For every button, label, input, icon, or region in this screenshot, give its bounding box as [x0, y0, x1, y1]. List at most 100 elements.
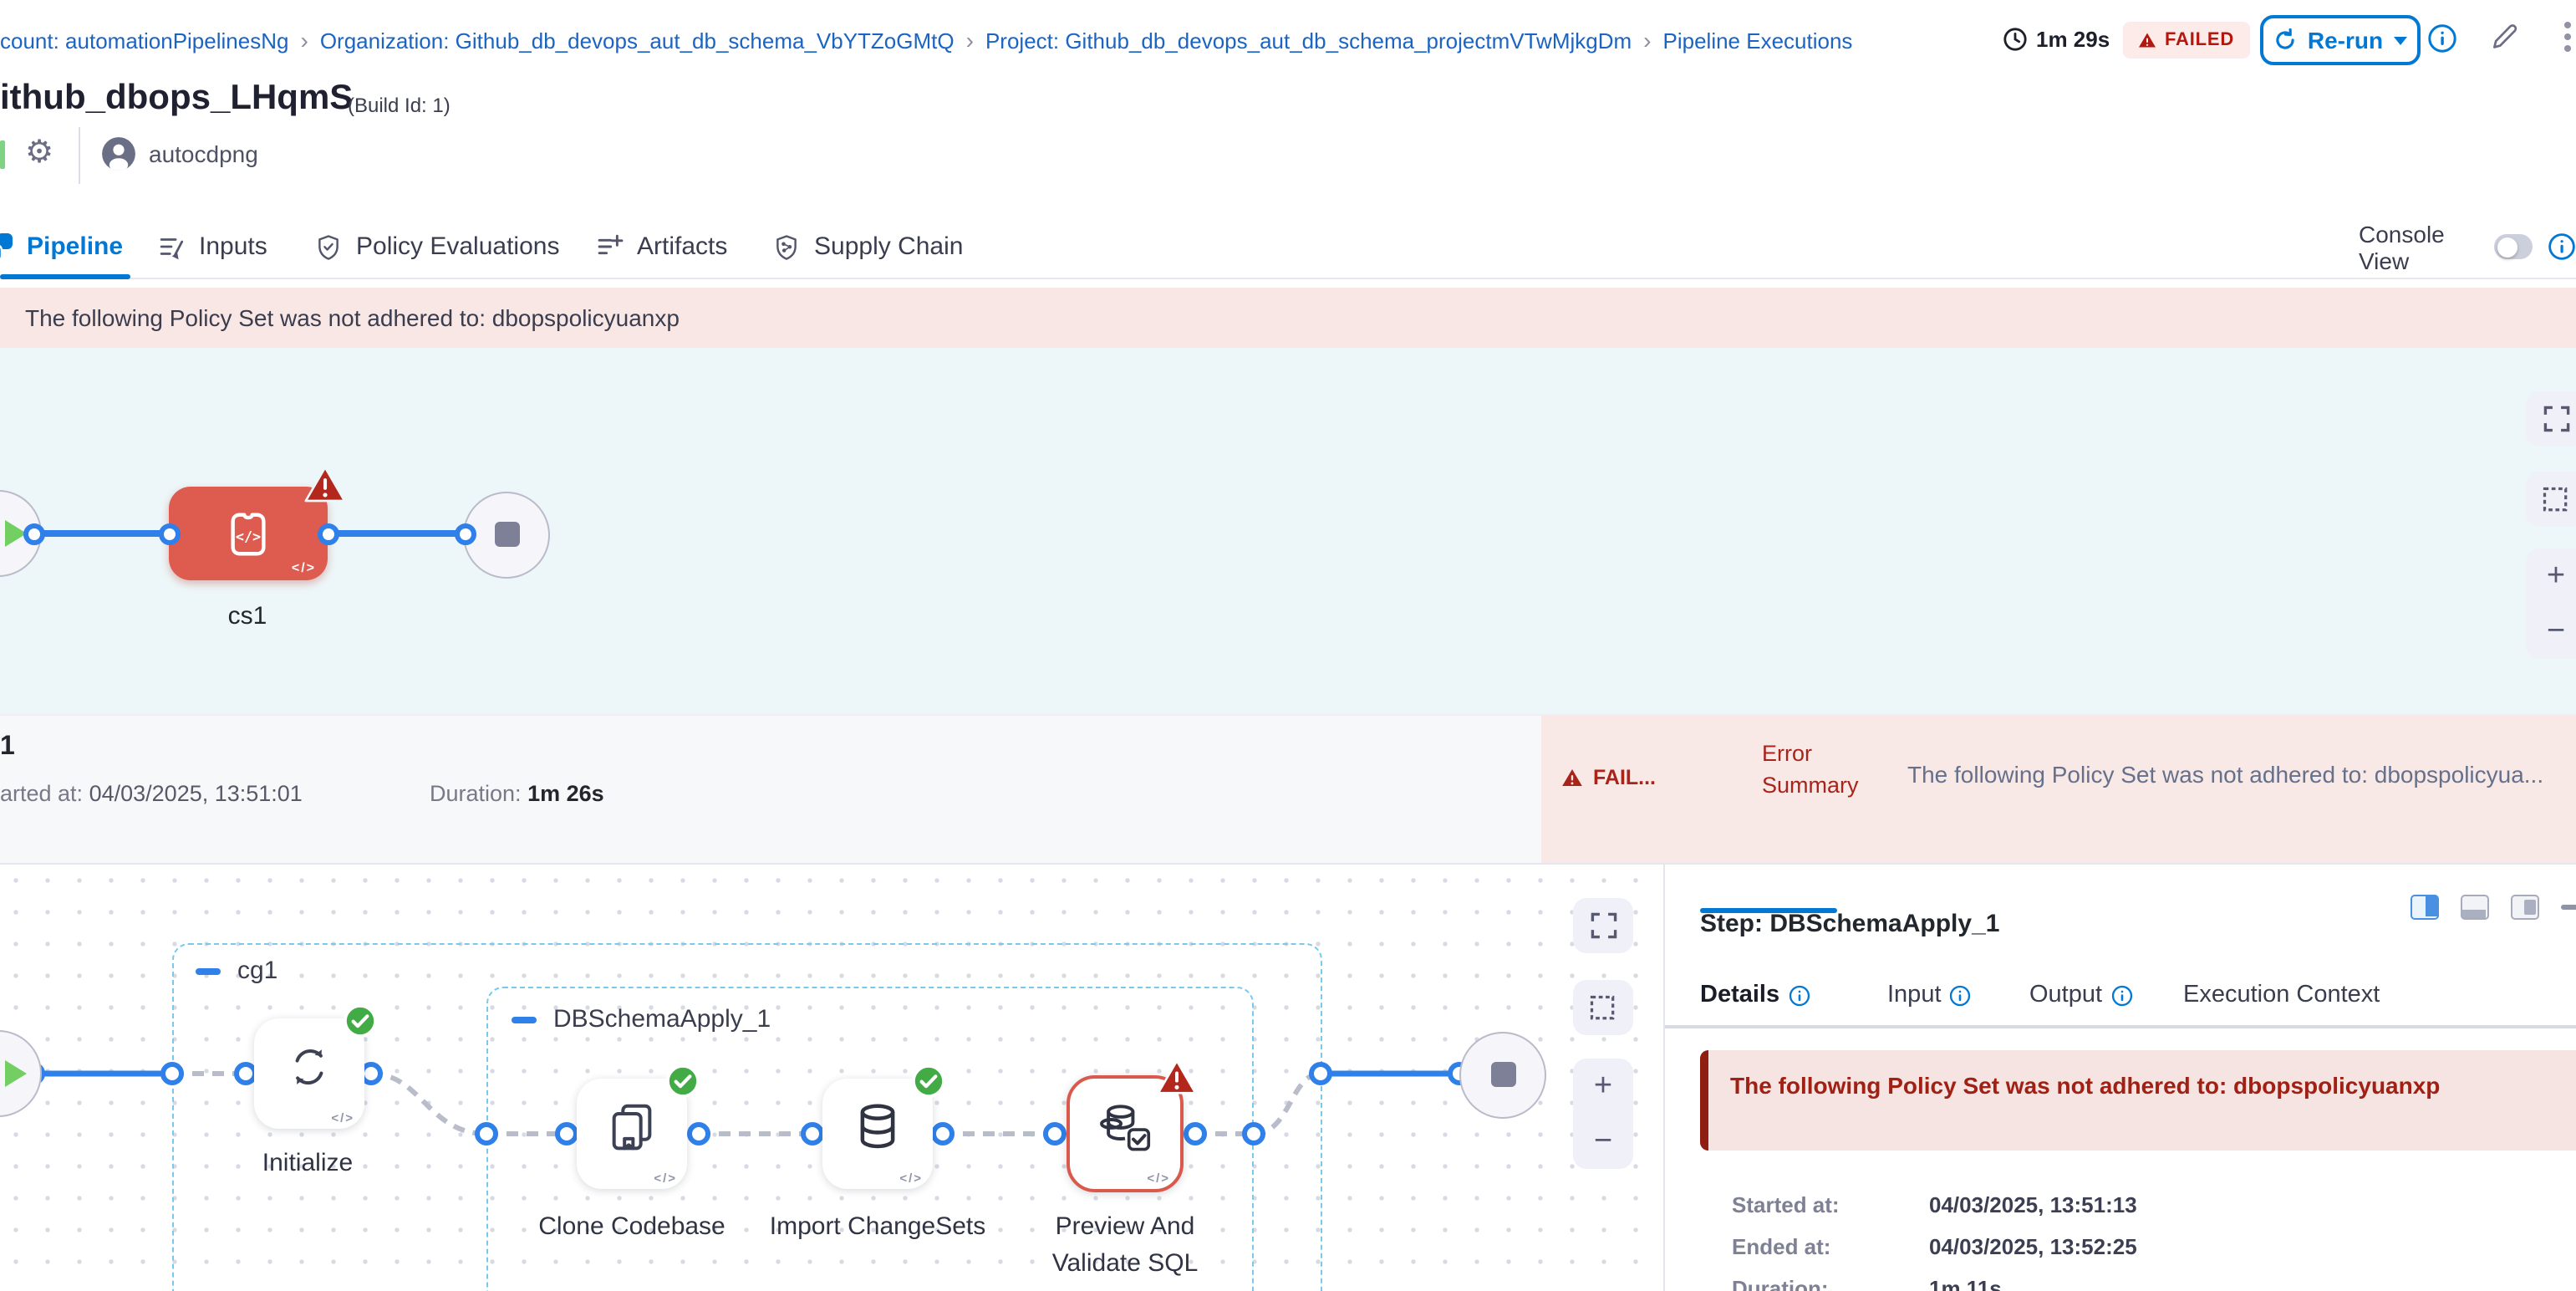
console-view-toggle[interactable] — [2494, 234, 2533, 259]
rerun-label: Re-run — [2308, 27, 2383, 54]
zoom-controls: + − — [1573, 1059, 1633, 1169]
active-tab-underline — [0, 274, 130, 279]
field-value: 04/03/2025, 13:52:25 — [1929, 1234, 2137, 1259]
clock-icon — [2003, 27, 2028, 52]
refresh-icon — [2274, 28, 2298, 52]
kebab-menu-icon[interactable] — [2563, 20, 2573, 62]
code-mark: </> — [899, 1171, 923, 1186]
code-mark: </> — [654, 1171, 677, 1186]
status-badge-label: FAILED — [2165, 30, 2234, 50]
breadcrumb-separator: › — [1643, 27, 1651, 54]
tab-artifacts[interactable]: Artifacts — [595, 214, 727, 279]
execution-tab-bar: Pipeline Inputs Policy Evaluations Artif… — [0, 214, 2576, 279]
step-node-clone-codebase[interactable]: </> — [577, 1079, 687, 1189]
zoom-out-button[interactable]: − — [2547, 615, 2565, 647]
connector-layer — [0, 865, 1663, 1291]
pipeline-icon — [0, 232, 13, 261]
stage-duration: Duration: 1m 26s — [430, 781, 604, 806]
database-check-icon — [1097, 1099, 1153, 1164]
page-title: ithub_dbops_LHqmS — [0, 79, 353, 119]
tab-policy-evaluations[interactable]: Policy Evaluations — [314, 214, 559, 279]
step-node-import-changesets[interactable]: </> — [822, 1079, 933, 1189]
marquee-select-button[interactable] — [1573, 980, 1633, 1035]
error-accent-bar — [1700, 1050, 1708, 1151]
status-badge: FAILED — [2123, 22, 2249, 59]
step-node-preview-validate-sql[interactable]: </> — [1067, 1075, 1184, 1192]
code-mark: </> — [331, 1110, 354, 1125]
stage-node-cs1[interactable]: </> </> — [169, 487, 328, 580]
status-tag-fragment — [0, 140, 5, 169]
tab-inputs[interactable]: Inputs — [157, 214, 267, 279]
step-node-initialize[interactable]: </> — [254, 1018, 364, 1129]
policy-violation-banner: The following Policy Set was not adhered… — [0, 288, 2576, 348]
info-icon[interactable] — [2427, 23, 2457, 62]
minimize-icon[interactable] — [2561, 906, 2576, 910]
meta-row: ⚙ autocdpng — [0, 127, 2576, 187]
elapsed-time: 1m 29s — [2003, 27, 2110, 52]
connector-port — [455, 523, 476, 545]
connector-line — [328, 530, 465, 536]
breadcrumb-separator: › — [300, 27, 308, 54]
stage-graph-canvas[interactable]: </> </> cs1 + − — [0, 348, 2576, 714]
play-icon — [5, 1060, 27, 1087]
policy-evaluations-icon — [314, 232, 343, 262]
breadcrumb-account[interactable]: count: automationPipelinesNg — [0, 28, 288, 53]
rerun-button[interactable]: Re-run — [2260, 15, 2421, 65]
field-value: 1m 11s — [1929, 1276, 2002, 1291]
supply-chain-icon — [772, 232, 801, 262]
tab-pipeline[interactable]: Pipeline — [0, 214, 123, 279]
zoom-in-button[interactable]: + — [1594, 1070, 1612, 1102]
gear-icon[interactable]: ⚙ — [25, 134, 53, 171]
warning-triangle-icon — [1561, 768, 1583, 788]
tab-label: Input — [1887, 982, 1942, 1008]
tab-label: Policy Evaluations — [356, 232, 559, 261]
zoom-in-button[interactable]: + — [2547, 560, 2565, 592]
tab-label: Details — [1700, 982, 1779, 1008]
fullscreen-button[interactable] — [1573, 898, 1633, 953]
chevron-down-icon — [2393, 36, 2406, 44]
stop-icon — [495, 522, 520, 547]
stage-started: arted at: 04/03/2025, 13:51:01 — [0, 781, 303, 806]
info-icon — [1950, 984, 1972, 1006]
tab-details[interactable]: Details — [1700, 982, 1810, 1008]
active-tab-underline — [1700, 908, 1837, 913]
breadcrumb-pipeline-executions[interactable]: Pipeline Executions — [1663, 28, 1853, 53]
tab-label: Supply Chain — [814, 232, 963, 261]
breadcrumb-organization[interactable]: Organization: Github_db_devops_aut_db_sc… — [320, 28, 955, 53]
duration-label: Duration: — [430, 781, 522, 806]
connector-port — [159, 523, 181, 545]
edit-pencil-icon[interactable] — [2489, 20, 2521, 60]
info-icon[interactable] — [2548, 232, 2576, 261]
layout-floating-panel-icon[interactable] — [2511, 895, 2539, 920]
layout-right-split-icon[interactable] — [2411, 895, 2439, 920]
clone-codebase-icon — [605, 1100, 659, 1162]
tab-label: Output — [2029, 982, 2102, 1008]
stage-name: 1 — [0, 732, 15, 763]
divider — [79, 127, 80, 184]
fullscreen-button[interactable] — [2526, 391, 2576, 446]
panel-layout-controls — [2411, 895, 2576, 920]
step-details-panel: Step: DBSchemaApply_1 Details Input Ou — [1663, 865, 2576, 1291]
success-check-icon — [911, 1064, 946, 1107]
execution-graph-canvas[interactable]: cg1 DBSchemaApply_1 — [0, 865, 1663, 1291]
step-panel-title: Step: DBSchemaApply_1 — [1700, 910, 1999, 938]
field-label: Ended at: — [1732, 1234, 1830, 1259]
breadcrumb: count: automationPipelinesNg › Organizat… — [0, 27, 1852, 54]
field-label: Duration: — [1732, 1276, 1829, 1291]
tab-input[interactable]: Input — [1887, 982, 1972, 1008]
zoom-controls: + − — [2526, 549, 2576, 659]
stop-icon — [1491, 1062, 1516, 1087]
breadcrumb-project[interactable]: Project: Github_db_devops_aut_db_schema_… — [985, 28, 1632, 53]
step-panel-tabs: Details Input Output Execution Context — [1665, 982, 2576, 1028]
tab-label: Inputs — [199, 232, 267, 261]
avatar — [102, 137, 135, 171]
svg-text:</>: </> — [236, 528, 261, 545]
tab-execution-context[interactable]: Execution Context — [2183, 982, 2380, 1008]
layout-bottom-split-icon[interactable] — [2461, 895, 2489, 920]
marquee-select-button[interactable] — [2526, 472, 2576, 527]
tab-supply-chain[interactable]: Supply Chain — [772, 214, 963, 279]
custom-stage-icon: </> — [222, 508, 274, 569]
zoom-out-button[interactable]: − — [1594, 1125, 1612, 1157]
tab-output[interactable]: Output — [2029, 982, 2132, 1008]
pipeline-execution-page: count: automationPipelinesNg › Organizat… — [0, 0, 2576, 1291]
